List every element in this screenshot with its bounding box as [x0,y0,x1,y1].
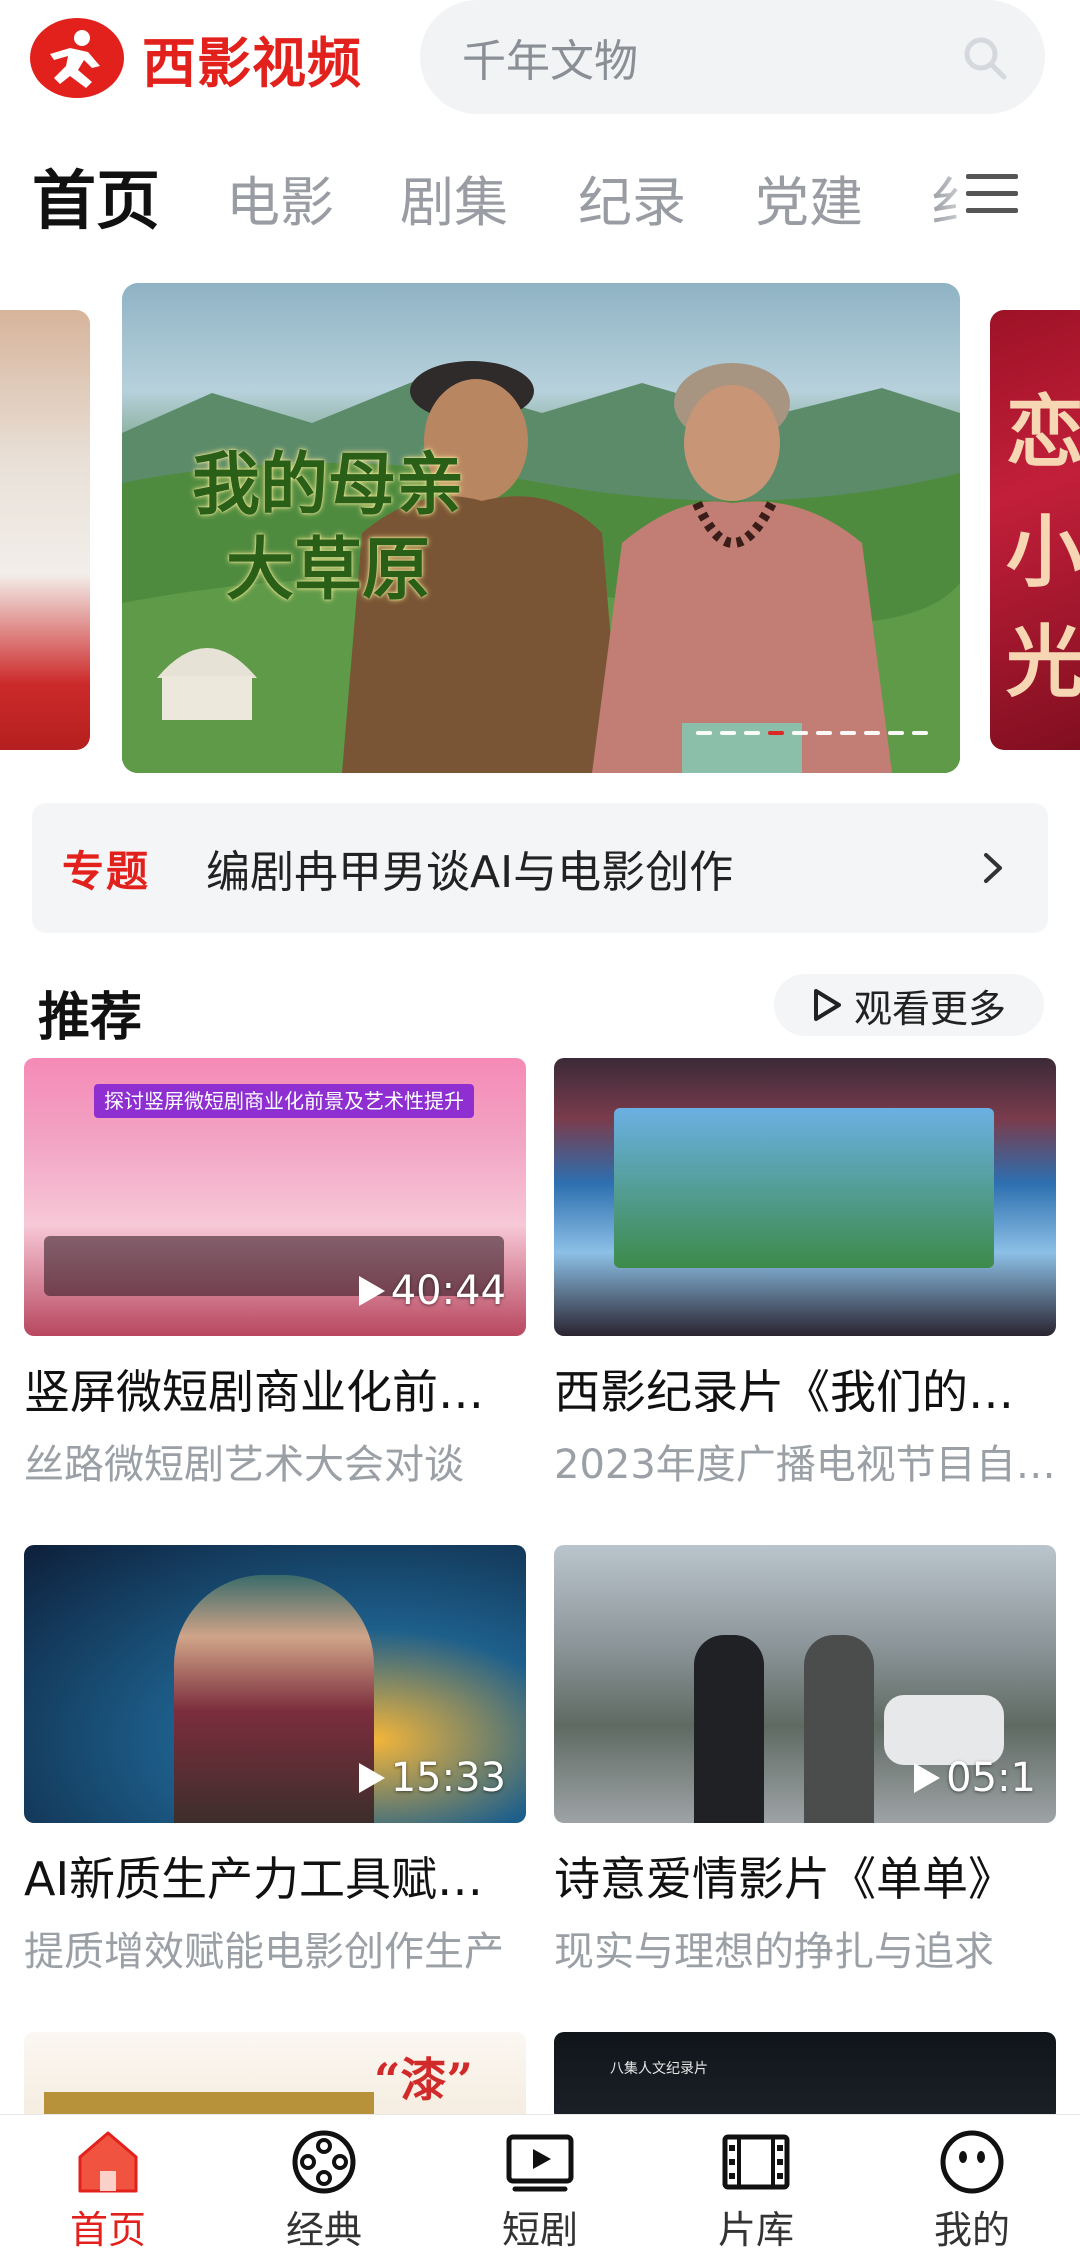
app-header: 西影视频 千年文物 [0,0,1080,130]
topic-text: 编剧冉甲男谈AI与电影创作 [206,847,734,898]
video-subtitle: 提质增效赋能电影创作生产 [24,1929,504,1975]
logo-text: 西影视频 [142,31,362,95]
video-title[interactable]: 西影纪录片《我们的丰收》 [554,1356,1056,1422]
video-duration: 05:1 [910,1755,1036,1801]
video-thumbnail[interactable]: 05:1 [554,1545,1056,1823]
topic-banner[interactable]: 专题 编剧冉甲男谈AI与电影创作 [32,803,1048,933]
banner-title-line2: 大草原 [226,530,431,610]
carousel-dot[interactable] [696,731,712,735]
carousel-dot-active[interactable] [768,731,784,735]
app-logo[interactable]: 西影视频 [30,18,362,98]
video-card[interactable]: 八集人文纪录片 [554,2032,1056,2122]
banner-next-char: 小 [1006,507,1080,598]
nav-home-label: 首页 [69,2208,146,2252]
tab-documentary[interactable]: 纪录 [578,158,686,237]
carousel-dot[interactable] [912,731,928,735]
carousel-dot[interactable] [888,731,904,735]
banner-next-slide[interactable]: 恋 小 光 [990,310,1080,750]
tab-party[interactable]: 党建 [755,158,863,237]
face-icon [940,2130,1004,2194]
video-card[interactable]: 探讨竖屏微短剧商业化前景及艺术性提升 40:44 竖屏微短剧商业化前景及艺术性提… [24,1058,526,1490]
thumbnail-caption: 八集人文纪录片 [610,2061,708,2077]
carousel-dot[interactable] [816,731,832,735]
bottom-navigation: 首页 经典 短剧 片库 我的 [0,2114,1080,2252]
tab-series[interactable]: 剧集 [400,158,508,237]
category-tabs: 首页 电影 剧集 纪录 党建 纟 [0,150,1080,245]
menu-icon[interactable] [966,172,1018,216]
video-subtitle: 2023年度广播电视节目自主创新 [554,1442,1056,1488]
topic-badge: 专题 [62,846,151,896]
banner-next-char: 恋 [1006,387,1080,478]
home-icon [78,2131,138,2193]
nav-profile[interactable]: 我的 [902,2129,1042,2252]
video-duration-text: 05:1 [946,1755,1036,1801]
banner-title-line1: 我的母亲 [192,445,465,525]
nav-short-drama[interactable]: 短剧 [470,2129,610,2252]
video-card[interactable]: 西影纪录片《我们的丰收》 2023年度广播电视节目自主创新 [554,1058,1056,1490]
film-strip-icon [722,2134,790,2190]
carousel-dots [696,731,928,735]
thumbnail-caption: “漆” [374,2053,473,2107]
video-title[interactable]: 竖屏微短剧商业化前景及艺术性提升 [24,1356,526,1422]
video-title[interactable]: 诗意爱情影片《单单》 [554,1843,1056,1909]
banner-current-slide[interactable]: 我的母亲 大草原 [122,283,960,773]
stage-screen-image [614,1108,994,1268]
search-bar[interactable]: 千年文物 [420,0,1045,114]
person-figure-image [804,1635,874,1823]
video-thumbnail[interactable]: 探讨竖屏微短剧商业化前景及艺术性提升 40:44 [24,1058,526,1336]
video-duration-text: 40:44 [390,1268,506,1314]
video-subtitle: 现实与理想的挣扎与追求 [554,1929,994,1975]
banner-prev-slide[interactable] [0,310,90,750]
video-card[interactable]: 15:33 AI新质生产力工具赋能电影创作 提质增效赋能电影创作生产 [24,1545,526,1977]
see-more-label: 观看更多 [853,986,1006,1031]
film-reel-icon [292,2130,356,2194]
logo-runner-icon [30,18,124,98]
banner-carousel[interactable]: 我的母亲 大草原 恋 小 光 [0,283,1080,773]
play-screen-icon [506,2134,574,2192]
carousel-dot[interactable] [792,731,808,735]
video-duration: 40:44 [355,1268,506,1314]
video-title[interactable]: AI新质生产力工具赋能电影创作 [24,1843,526,1909]
play-outline-icon [813,989,841,1021]
video-duration: 15:33 [355,1755,506,1801]
nav-library-label: 片库 [717,2208,794,2252]
video-thumbnail[interactable]: 八集人文纪录片 [554,2032,1056,2122]
play-icon [358,1763,385,1793]
video-thumbnail[interactable]: 15:33 [24,1545,526,1823]
banner-title: 我的母亲 大草原 [192,443,464,613]
nav-short-drama-label: 短剧 [501,2208,578,2252]
carousel-dot[interactable] [864,731,880,735]
nav-library[interactable]: 片库 [686,2129,826,2252]
video-thumbnail[interactable]: “漆” [24,2032,526,2122]
carousel-dot[interactable] [840,731,856,735]
nav-classic-label: 经典 [285,2208,362,2252]
speaker-image [174,1575,374,1823]
video-duration-text: 15:33 [390,1755,506,1801]
nav-classic[interactable]: 经典 [254,2129,394,2252]
person-figure-image [694,1635,764,1823]
see-more-button[interactable]: 观看更多 [774,974,1044,1036]
carousel-dot[interactable] [720,731,736,735]
play-icon [358,1276,385,1306]
nav-home[interactable]: 首页 [38,2129,178,2252]
carousel-dot[interactable] [744,731,760,735]
play-icon [914,1763,941,1793]
app-screen: 西影视频 千年文物 首页 电影 剧集 纪录 党建 纟 [0,0,1080,2252]
video-thumbnail[interactable] [554,1058,1056,1336]
banner-next-char: 光 [1006,617,1080,708]
video-card[interactable]: “漆” [24,2032,526,2122]
tab-home[interactable]: 首页 [32,150,160,242]
nav-profile-label: 我的 [933,2208,1010,2252]
tab-movies[interactable]: 电影 [226,158,334,237]
video-subtitle: 丝路微短剧艺术大会对谈 [24,1442,464,1488]
search-placeholder: 千年文物 [462,36,638,87]
search-icon[interactable] [961,34,1009,82]
video-card[interactable]: 05:1 诗意爱情影片《单单》 现实与理想的挣扎与追求 [554,1545,1056,1977]
thumbnail-caption: 探讨竖屏微短剧商业化前景及艺术性提升 [94,1084,474,1118]
chevron-right-icon [984,853,1002,883]
section-title-recommend: 推荐 [38,988,143,1048]
